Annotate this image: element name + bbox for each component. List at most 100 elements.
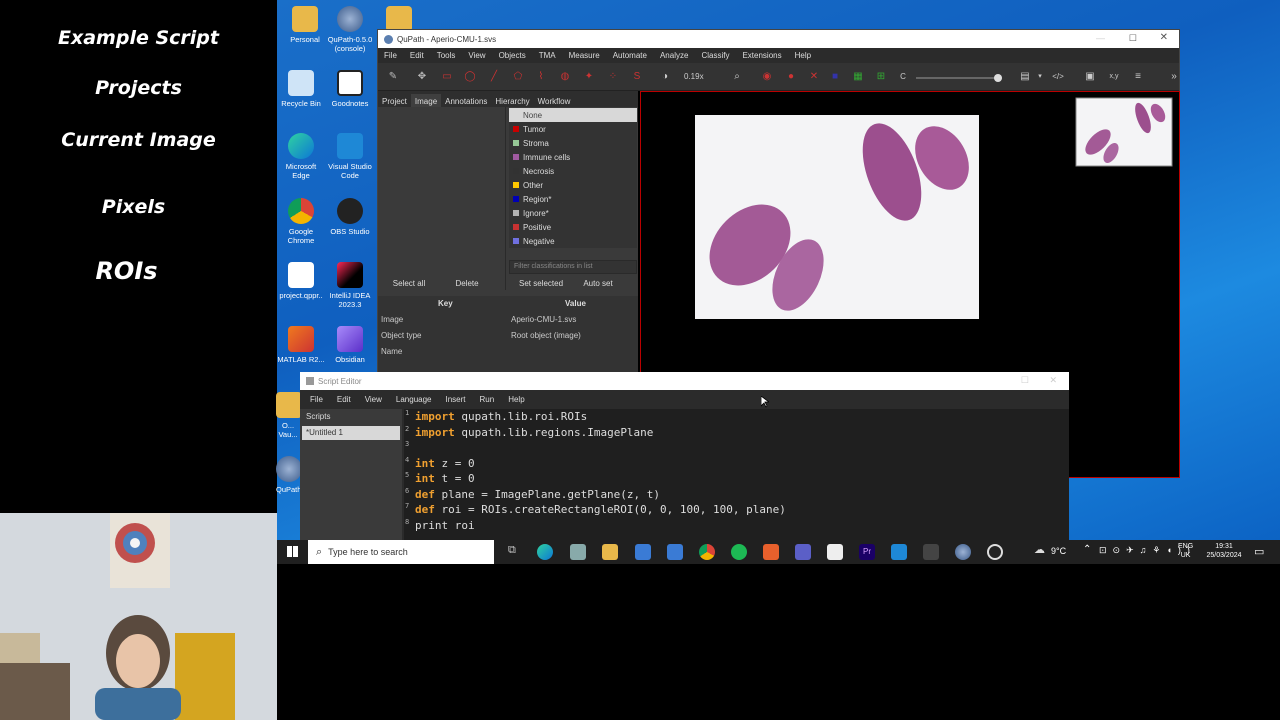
start-windows-icon[interactable] bbox=[287, 546, 298, 557]
edge-taskbar-icon[interactable] bbox=[537, 544, 553, 560]
class-item-none[interactable]: None bbox=[509, 108, 637, 122]
se-menu-help[interactable]: Help bbox=[508, 395, 524, 404]
close-icon[interactable]: ✕ bbox=[1160, 32, 1168, 43]
maximize-icon[interactable]: ☐ bbox=[1021, 375, 1029, 386]
annotation-list[interactable] bbox=[378, 107, 506, 290]
pan-tool-icon[interactable]: ✥ bbox=[416, 71, 428, 83]
desktop-icon-chrome[interactable]: Google Chrome bbox=[276, 198, 326, 245]
premiere-icon[interactable]: Pr bbox=[859, 544, 875, 560]
se-menu-edit[interactable]: Edit bbox=[337, 395, 351, 404]
menu-tools[interactable]: Tools bbox=[437, 51, 456, 60]
desktop-icon-qupath[interactable]: QuPath bbox=[276, 456, 300, 494]
app-taskbar-icon[interactable] bbox=[923, 544, 939, 560]
menu-edit[interactable]: Edit bbox=[410, 51, 424, 60]
clock[interactable]: 19:31 25/03/2024 bbox=[1205, 542, 1243, 560]
pixel-classification-toggle[interactable]: C bbox=[897, 71, 909, 83]
tray-chevron-icon[interactable]: ⌃ bbox=[1083, 544, 1091, 555]
se-menu-view[interactable]: View bbox=[365, 395, 382, 404]
se-menu-run[interactable]: Run bbox=[480, 395, 495, 404]
task-view-icon[interactable]: ⧉ bbox=[508, 544, 524, 560]
rectangle-tool-icon[interactable]: ▭ bbox=[441, 71, 453, 83]
script-editor-icon[interactable]: </> bbox=[1052, 71, 1064, 83]
show-detections-icon[interactable]: ■ bbox=[829, 71, 841, 83]
goodnotes-taskbar-icon[interactable] bbox=[827, 544, 843, 560]
chrome-taskbar-icon[interactable] bbox=[699, 544, 715, 560]
se-menu-file[interactable]: File bbox=[310, 395, 323, 404]
set-selected-button[interactable]: Set selected bbox=[509, 277, 573, 291]
desktop-icon-edge[interactable]: Microsoft Edge bbox=[276, 133, 326, 180]
zoom-to-fit-icon[interactable]: ⌕ bbox=[731, 71, 743, 83]
teams-icon[interactable] bbox=[795, 544, 811, 560]
mail-icon[interactable] bbox=[667, 544, 683, 560]
dropdown-arrow-icon[interactable]: ▾ bbox=[1034, 71, 1046, 83]
minimize-icon[interactable]: — bbox=[1096, 33, 1105, 43]
auto-set-button[interactable]: Auto set bbox=[573, 277, 623, 291]
brush-tool-icon[interactable]: ◍ bbox=[559, 71, 571, 83]
notification-icon[interactable]: ▭ bbox=[1254, 545, 1264, 558]
weather-temp[interactable]: 9°C bbox=[1051, 546, 1066, 556]
show-pixel-classification-icon[interactable]: ⊞ bbox=[875, 71, 887, 83]
location-toggle-icon[interactable]: x,y bbox=[1108, 71, 1120, 83]
spotify-icon[interactable] bbox=[731, 544, 747, 560]
menu-tma[interactable]: TMA bbox=[539, 51, 556, 60]
menu-classify[interactable]: Classify bbox=[701, 51, 729, 60]
obs-taskbar-icon[interactable] bbox=[987, 544, 1003, 560]
class-item-tumor[interactable]: Tumor bbox=[509, 122, 637, 136]
desktop-icon-goodnotes[interactable]: Goodnotes bbox=[325, 70, 375, 108]
scalebar-toggle-icon[interactable]: ≡ bbox=[1132, 71, 1144, 83]
menu-analyze[interactable]: Analyze bbox=[660, 51, 688, 60]
se-menu-language[interactable]: Language bbox=[396, 395, 432, 404]
menu-automate[interactable]: Automate bbox=[613, 51, 647, 60]
class-item-immune-cells[interactable]: Immune cells bbox=[509, 150, 637, 164]
code-editor[interactable]: 1 import qupath.lib.roi.ROIs 2 import qupa… bbox=[404, 409, 1069, 540]
desktop-icon-qupath-console[interactable]: QuPath-0.5.0 (console) bbox=[325, 6, 375, 53]
ellipse-tool-icon[interactable]: ◯ bbox=[464, 71, 476, 83]
delete-button[interactable]: Delete bbox=[440, 277, 494, 291]
maximize-icon[interactable]: ☐ bbox=[1129, 33, 1137, 44]
desktop-icon-project-file[interactable]: project.qppr.. bbox=[276, 262, 326, 300]
fill-annotations-icon[interactable]: ● bbox=[785, 71, 797, 83]
selection-mode-icon[interactable]: S bbox=[631, 71, 643, 83]
class-item-negative[interactable]: Negative bbox=[509, 234, 637, 248]
class-item-region[interactable]: Region* bbox=[509, 192, 637, 206]
store-icon[interactable] bbox=[635, 544, 651, 560]
brightness-contrast-icon[interactable]: ◑ bbox=[659, 71, 671, 83]
show-tma-grid-icon[interactable]: ✕ bbox=[808, 71, 820, 83]
class-item-stroma[interactable]: Stroma bbox=[509, 136, 637, 150]
overview-toggle-icon[interactable]: ▣ bbox=[1084, 71, 1096, 83]
menu-objects[interactable]: Objects bbox=[499, 51, 526, 60]
points-tool-icon[interactable]: ⁘ bbox=[607, 71, 619, 83]
menu-measure[interactable]: Measure bbox=[569, 51, 600, 60]
more-tools-icon[interactable]: » bbox=[1168, 71, 1180, 83]
desktop-icon-recycle-bin[interactable]: Recycle Bin bbox=[276, 70, 326, 108]
class-item-other[interactable]: Other bbox=[509, 178, 637, 192]
polyline-tool-icon[interactable]: ⌇ bbox=[535, 71, 547, 83]
menu-file[interactable]: File bbox=[384, 51, 397, 60]
desktop-icon-matlab[interactable]: MATLAB R2... bbox=[276, 326, 326, 364]
menu-view[interactable]: View bbox=[468, 51, 485, 60]
menu-extensions[interactable]: Extensions bbox=[742, 51, 781, 60]
class-filter-input[interactable]: Filter classifications in list bbox=[509, 260, 637, 274]
move-tool-icon[interactable]: ✎ bbox=[387, 71, 399, 83]
wand-tool-icon[interactable]: ✦ bbox=[583, 71, 595, 83]
matlab-taskbar-icon[interactable] bbox=[763, 544, 779, 560]
measurement-table-icon[interactable]: ▤ bbox=[1019, 71, 1031, 83]
taskbar-search-input[interactable]: ⌕ Type here to search bbox=[308, 540, 494, 564]
desktop-icon-obsidian[interactable]: Obsidian bbox=[325, 326, 375, 364]
script-list-item[interactable]: *Untitled 1 bbox=[302, 426, 400, 440]
desktop-icon-personal[interactable]: Personal bbox=[280, 6, 330, 44]
vscode-taskbar-icon[interactable] bbox=[891, 544, 907, 560]
opacity-slider[interactable] bbox=[916, 74, 1002, 82]
se-menu-insert[interactable]: Insert bbox=[445, 395, 465, 404]
qupath-taskbar-icon[interactable] bbox=[955, 544, 971, 560]
class-item-positive[interactable]: Positive bbox=[509, 220, 637, 234]
settings-taskbar-icon[interactable] bbox=[570, 544, 586, 560]
menu-help[interactable]: Help bbox=[795, 51, 811, 60]
class-item-ignore[interactable]: Ignore* bbox=[509, 206, 637, 220]
close-icon[interactable]: ✕ bbox=[1049, 375, 1057, 386]
line-tool-icon[interactable]: ╱ bbox=[488, 71, 500, 83]
class-item-necrosis[interactable]: Necrosis bbox=[509, 164, 637, 178]
opacity-slider-thumb[interactable] bbox=[994, 74, 1002, 82]
language-indicator[interactable]: ENG UK bbox=[1178, 542, 1193, 560]
select-all-button[interactable]: Select all bbox=[378, 277, 440, 291]
